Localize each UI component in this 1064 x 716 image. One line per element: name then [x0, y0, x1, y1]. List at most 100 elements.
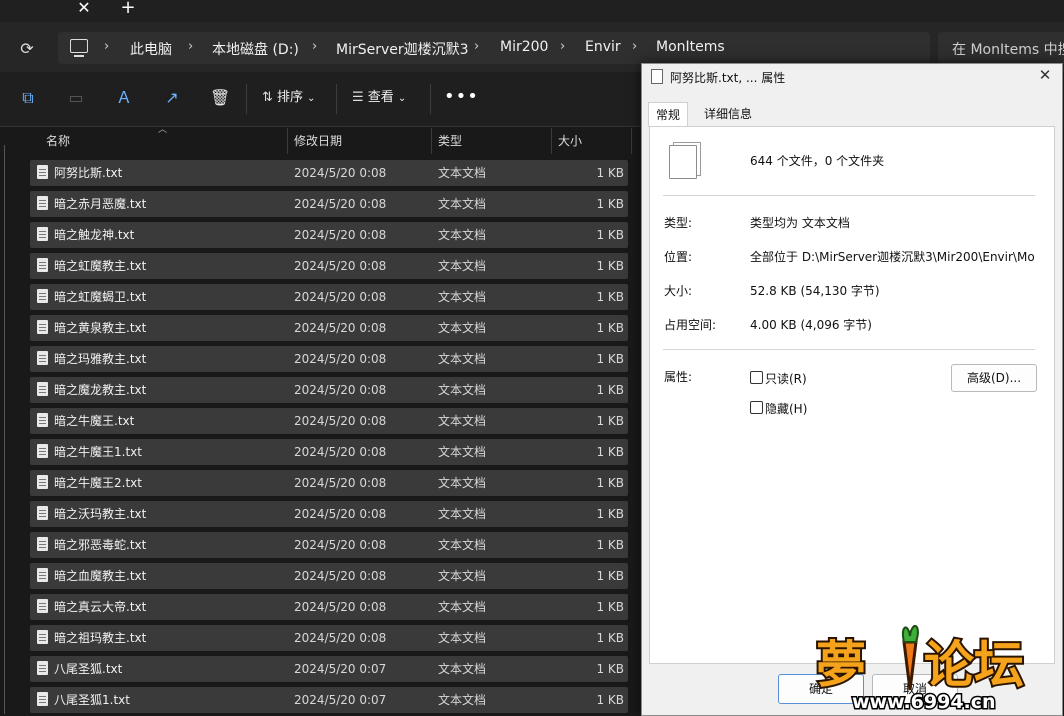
hidden-label[interactable]: 隐藏(H) — [765, 400, 807, 417]
file-row[interactable]: 暗之牛魔王.txt 2024/5/20 0:08 文本文档 1 KB — [30, 408, 628, 434]
more-options-icon[interactable]: ••• — [444, 86, 479, 107]
breadcrumb-separator-icon: › — [560, 39, 566, 54]
paste-icon[interactable]: ▭ — [66, 88, 86, 108]
rename-icon[interactable]: Ａ — [114, 88, 134, 108]
file-type: 文本文档 — [438, 290, 487, 304]
breadcrumb-separator-icon: › — [188, 39, 194, 54]
readonly-checkbox[interactable] — [750, 371, 763, 384]
column-divider[interactable] — [551, 128, 552, 154]
column-header-type[interactable]: 类型 — [438, 128, 462, 154]
file-date: 2024/5/20 0:08 — [294, 476, 387, 490]
size-value: 52.8 KB (54,130 字节) — [750, 284, 880, 298]
column-divider[interactable] — [287, 128, 288, 154]
text-file-icon — [37, 661, 48, 675]
column-divider[interactable] — [631, 128, 632, 154]
file-row[interactable]: 八尾圣狐1.txt 2024/5/20 0:07 文本文档 1 KB — [30, 687, 628, 713]
this-pc-icon-stand — [74, 55, 84, 57]
file-size: 1 KB — [596, 259, 624, 273]
sort-icon: ⇅ — [262, 90, 278, 105]
file-date: 2024/5/20 0:08 — [294, 569, 387, 583]
file-name: 暗之魔龙教主.txt — [54, 383, 147, 397]
file-row[interactable]: 暗之赤月恶魔.txt 2024/5/20 0:08 文本文档 1 KB — [30, 191, 628, 217]
view-icon: ☰ — [352, 90, 368, 105]
file-row[interactable]: 阿努比斯.txt 2024/5/20 0:08 文本文档 1 KB — [30, 160, 628, 186]
file-row[interactable]: 暗之玛雅教主.txt 2024/5/20 0:08 文本文档 1 KB — [30, 346, 628, 372]
file-row[interactable]: 暗之魔龙教主.txt 2024/5/20 0:08 文本文档 1 KB — [30, 377, 628, 403]
size-label: 大小: — [664, 284, 693, 298]
column-header-size[interactable]: 大小 — [558, 128, 582, 154]
file-type: 文本文档 — [438, 259, 487, 273]
breadcrumb-envir[interactable]: Envir — [585, 39, 621, 55]
sort-button[interactable]: ⇅ 排序 ⌄ — [262, 88, 315, 109]
close-tab-icon[interactable]: ✕ — [74, 0, 94, 18]
file-row[interactable]: 暗之黄泉教主.txt 2024/5/20 0:08 文本文档 1 KB — [30, 315, 628, 341]
breadcrumb-drive-d[interactable]: 本地磁盘 (D:) — [212, 39, 299, 59]
file-size: 1 KB — [596, 321, 624, 335]
text-file-icon — [37, 444, 48, 458]
file-name: 暗之沃玛教主.txt — [54, 507, 147, 521]
column-divider[interactable] — [431, 128, 432, 154]
file-row[interactable]: 暗之真云大帝.txt 2024/5/20 0:08 文本文档 1 KB — [30, 594, 628, 620]
share-icon[interactable]: ↗ — [162, 88, 182, 108]
file-size: 1 KB — [596, 197, 624, 211]
type-label: 类型: — [664, 216, 693, 230]
text-file-icon — [37, 289, 48, 303]
breadcrumb-mir200[interactable]: Mir200 — [500, 39, 548, 55]
column-header-date[interactable]: 修改日期 — [294, 128, 342, 154]
file-date: 2024/5/20 0:08 — [294, 352, 387, 366]
breadcrumb-mirserver[interactable]: MirServer迦楼沉默3 — [336, 39, 469, 59]
file-date: 2024/5/20 0:08 — [294, 166, 387, 180]
file-date: 2024/5/20 0:08 — [294, 383, 387, 397]
refresh-icon[interactable]: ⟳ — [16, 38, 38, 60]
file-row[interactable]: 暗之邪恶毒蛇.txt 2024/5/20 0:08 文本文档 1 KB — [30, 532, 628, 558]
view-button[interactable]: ☰ 查看 ⌄ — [352, 88, 406, 109]
file-size: 1 KB — [596, 290, 624, 304]
new-tab-icon[interactable]: + — [118, 0, 138, 18]
file-name: 暗之黄泉教主.txt — [54, 321, 147, 335]
toolbar-divider — [246, 84, 247, 114]
breadcrumb-this-pc[interactable]: 此电脑 — [130, 39, 172, 59]
file-row[interactable]: 暗之血魔教主.txt 2024/5/20 0:08 文本文档 1 KB — [30, 563, 628, 589]
attributes-label: 属性: — [664, 370, 693, 384]
file-row[interactable]: 暗之祖玛教主.txt 2024/5/20 0:08 文本文档 1 KB — [30, 625, 628, 651]
file-type: 文本文档 — [438, 352, 487, 366]
hidden-checkbox[interactable] — [750, 401, 763, 414]
file-size: 1 KB — [596, 352, 624, 366]
file-type: 文本文档 — [438, 693, 487, 707]
file-type: 文本文档 — [438, 662, 487, 676]
file-row[interactable]: 八尾圣狐.txt 2024/5/20 0:07 文本文档 1 KB — [30, 656, 628, 682]
file-type: 文本文档 — [438, 228, 487, 242]
readonly-label[interactable]: 只读(R) — [765, 370, 807, 387]
file-row[interactable]: 暗之虹魔蝎卫.txt 2024/5/20 0:08 文本文档 1 KB — [30, 284, 628, 310]
column-header-name[interactable]: 名称 — [46, 128, 70, 154]
advanced-button[interactable]: 高级(D)... — [951, 364, 1037, 392]
file-size: 1 KB — [596, 445, 624, 459]
file-type: 文本文档 — [438, 197, 487, 211]
file-row[interactable]: 暗之沃玛教主.txt 2024/5/20 0:08 文本文档 1 KB — [30, 501, 628, 527]
file-row[interactable]: 暗之虹魔教主.txt 2024/5/20 0:08 文本文档 1 KB — [30, 253, 628, 279]
text-file-icon — [37, 227, 48, 241]
tab-details[interactable]: 详细信息 — [697, 102, 759, 126]
copy-icon[interactable]: ⧉ — [18, 88, 38, 108]
file-date: 2024/5/20 0:08 — [294, 321, 387, 335]
file-name: 暗之血魔教主.txt — [54, 569, 147, 583]
file-row[interactable]: 暗之牛魔王2.txt 2024/5/20 0:08 文本文档 1 KB — [30, 470, 628, 496]
file-name: 暗之虹魔教主.txt — [54, 259, 147, 273]
toolbar-divider — [336, 84, 337, 114]
file-name: 暗之赤月恶魔.txt — [54, 197, 147, 211]
file-date: 2024/5/20 0:07 — [294, 693, 387, 707]
text-file-icon — [37, 506, 48, 520]
file-row[interactable]: 暗之牛魔王1.txt 2024/5/20 0:08 文本文档 1 KB — [30, 439, 628, 465]
file-row[interactable]: 暗之触龙神.txt 2024/5/20 0:08 文本文档 1 KB — [30, 222, 628, 248]
file-name: 暗之真云大帝.txt — [54, 600, 147, 614]
close-icon[interactable]: ✕ — [1036, 66, 1054, 84]
location-value: 全部位于 D:\MirServer迦楼沉默3\Mir200\Envir\Mo — [750, 250, 1035, 264]
watermark-brand-right: 论坛 — [924, 636, 1024, 694]
chevron-down-icon: ⌄ — [397, 93, 407, 104]
delete-icon[interactable]: 🗑 — [210, 88, 230, 108]
tab-general[interactable]: 常规 — [648, 102, 689, 127]
file-date: 2024/5/20 0:08 — [294, 259, 387, 273]
text-file-icon — [37, 351, 48, 365]
breadcrumb-monitems[interactable]: MonItems — [656, 39, 725, 55]
text-file-icon — [37, 320, 48, 334]
